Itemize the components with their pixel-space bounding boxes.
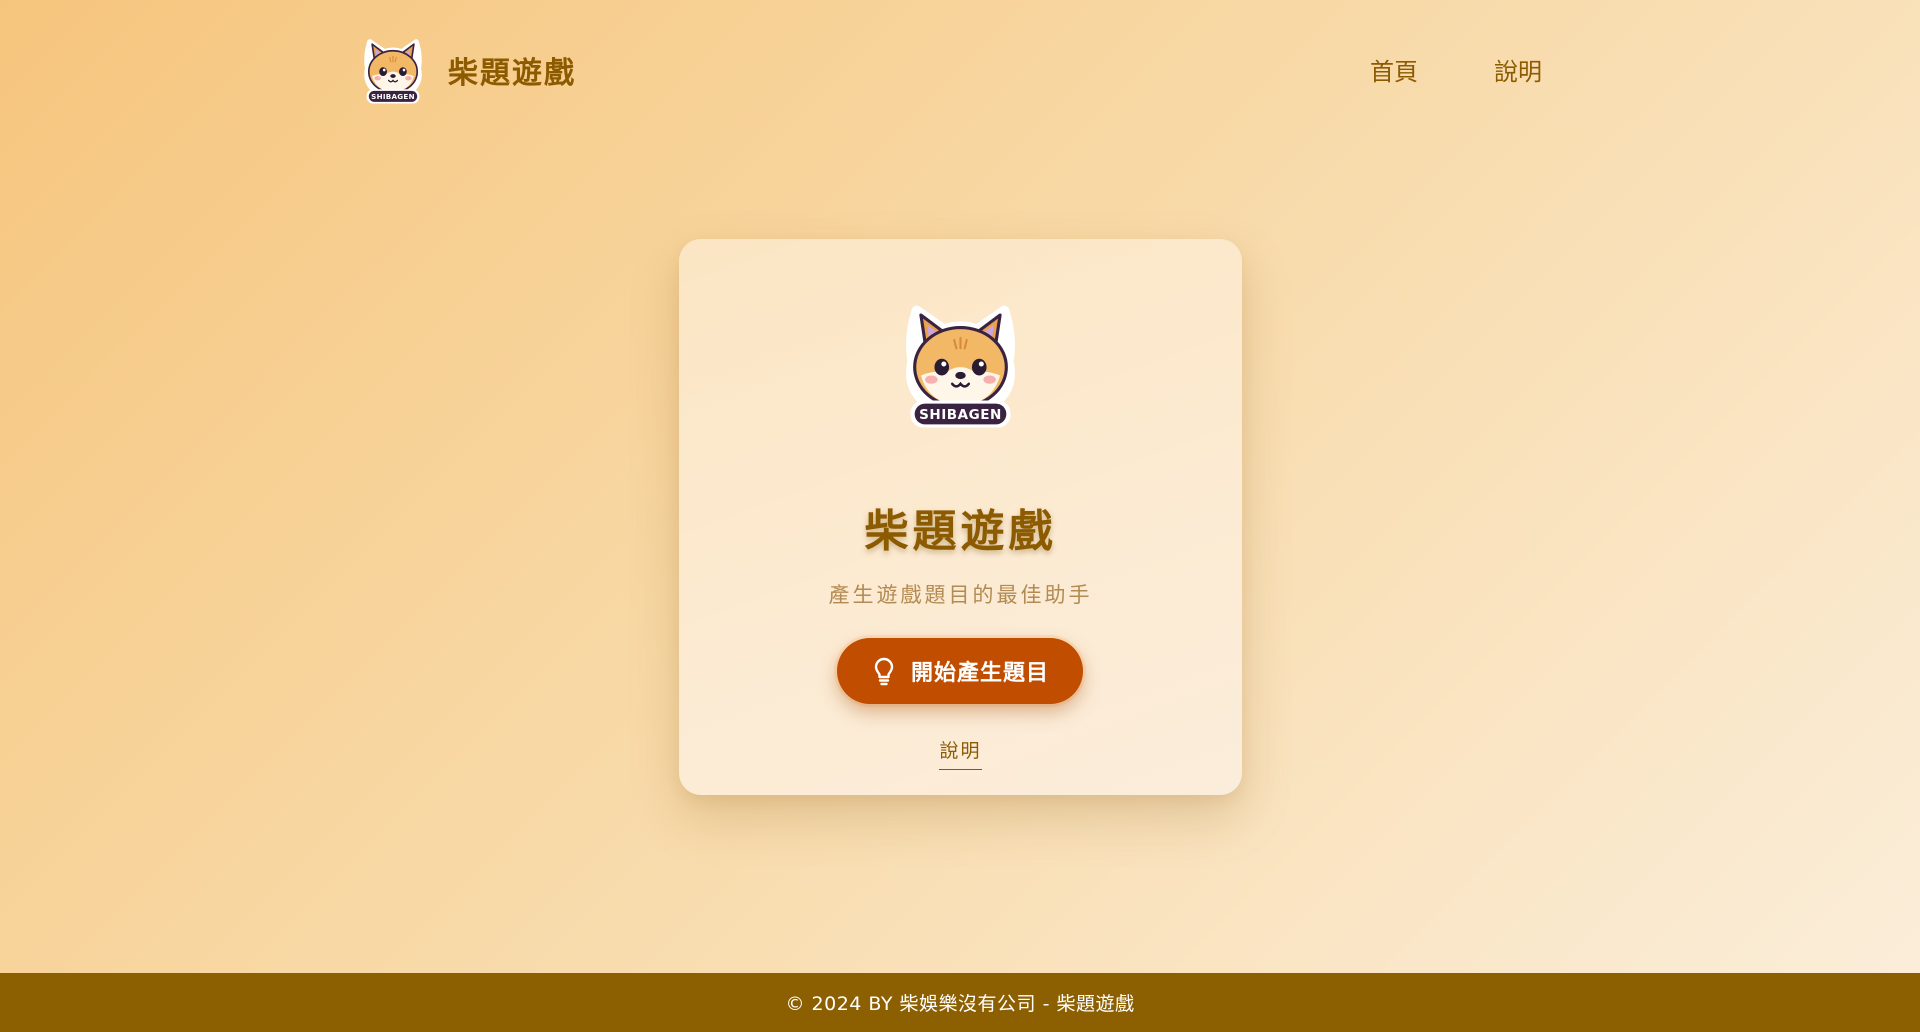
main-nav: 首頁 說明 (1370, 52, 1542, 87)
shiba-logo-icon: SHIBAGEN (360, 34, 426, 106)
nav-link-help[interactable]: 說明 (1494, 52, 1542, 87)
logo-badge-text: SHIBAGEN (371, 92, 415, 101)
help-link-wrapper: 說明 (679, 736, 1242, 770)
brand-name: 柴題遊戲 (448, 56, 576, 91)
help-link[interactable]: 說明 (939, 736, 982, 770)
nav-link-home[interactable]: 首頁 (1370, 52, 1418, 87)
shiba-mascot-icon: SHIBAGEN (898, 294, 1023, 434)
page-subtitle: 產生遊戲題目的最佳助手 (828, 583, 1093, 607)
start-button-label: 開始產生題目 (910, 661, 1049, 686)
footer-copyright: © 2024 BY 柴娛樂沒有公司 - 柴題遊戲 (785, 993, 1135, 1015)
lightbulb-icon (874, 657, 894, 686)
footer: © 2024 BY 柴娛樂沒有公司 - 柴題遊戲 (0, 973, 1920, 1032)
top-navbar: SHIBAGEN 柴題遊戲 首頁 說明 (0, 0, 1920, 145)
hero-card: SHIBAGEN 柴題遊戲 產生遊戲題目的最佳助手 開始產生題目 說明 (679, 239, 1242, 795)
brand-home-link[interactable]: SHIBAGEN 柴題遊戲 (360, 34, 576, 106)
start-generating-button[interactable]: 開始產生題目 (837, 638, 1083, 704)
mascot-badge-text: SHIBAGEN (919, 407, 1002, 423)
page-title: 柴題遊戲 (864, 506, 1057, 557)
